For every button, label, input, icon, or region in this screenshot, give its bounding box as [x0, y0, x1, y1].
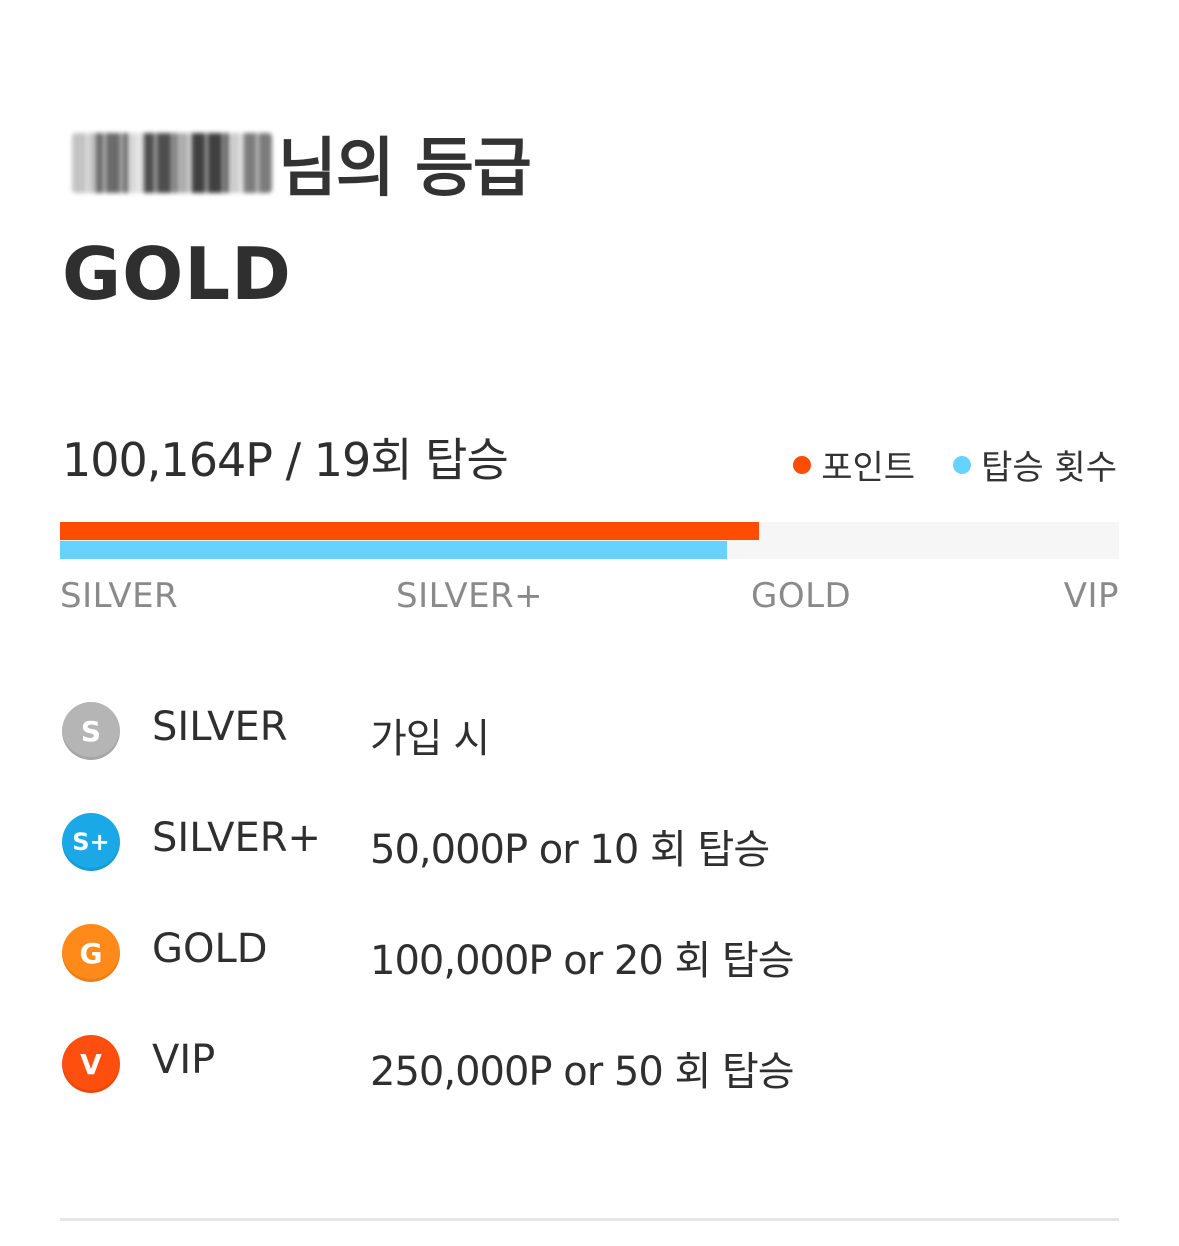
grade-name: GOLD	[152, 926, 268, 972]
progress-track	[60, 522, 1119, 559]
legend-rides: 탑승 횟수	[953, 440, 1117, 489]
title-suffix: 님의 등급	[278, 132, 532, 206]
grade-row-vip: V VIP 250,000P or 50 회 탑승	[62, 1029, 1062, 1140]
points-rides-summary: 100,164P / 19회 탑승	[62, 433, 509, 487]
silver-badge-icon: S	[62, 702, 120, 760]
membership-grade-page: 님의 등급 GOLD 100,164P / 19회 탑승 포인트 탑승 횟수 S…	[0, 0, 1179, 1246]
legend-rides-label: 탑승 횟수	[981, 448, 1117, 488]
rides-dot-icon	[953, 455, 972, 474]
redacted-user-name	[72, 133, 272, 193]
page-title: 님의 등급	[62, 118, 532, 208]
grade-requirement: 250,000P or 50 회 탑승	[370, 1049, 795, 1095]
progress-legend: 포인트 탑승 횟수	[793, 440, 1117, 489]
tick-silver: SILVER	[60, 576, 179, 616]
tick-gold: GOLD	[751, 576, 852, 616]
silver-plus-badge-icon: S+	[62, 813, 120, 871]
grade-name: SILVER+	[152, 815, 322, 861]
points-dot-icon	[793, 455, 812, 474]
grade-requirement: 50,000P or 10 회 탑승	[370, 827, 770, 873]
current-grade: GOLD	[62, 232, 292, 316]
grade-row-gold: G GOLD 100,000P or 20 회 탑승	[62, 918, 1062, 1029]
bottom-divider	[60, 1218, 1119, 1221]
grade-ticks: SILVER SILVER+ GOLD VIP	[60, 576, 1119, 620]
rides-progress-bar	[60, 541, 728, 559]
points-progress-bar	[60, 522, 759, 540]
tick-silver-plus: SILVER+	[396, 576, 544, 616]
grade-row-silver: S SILVER 가입 시	[62, 696, 1062, 807]
grade-name: SILVER	[152, 704, 288, 750]
grade-name: VIP	[152, 1037, 216, 1083]
tick-vip: VIP	[1063, 576, 1119, 616]
legend-points: 포인트	[793, 440, 915, 489]
grade-requirement: 가입 시	[370, 716, 490, 762]
grade-requirement: 100,000P or 20 회 탑승	[370, 938, 795, 984]
grade-list: S SILVER 가입 시 S+ SILVER+ 50,000P or 10 회…	[62, 696, 1062, 1140]
gold-badge-icon: G	[62, 924, 120, 982]
vip-badge-icon: V	[62, 1035, 120, 1093]
legend-points-label: 포인트	[821, 448, 916, 488]
grade-row-silver-plus: S+ SILVER+ 50,000P or 10 회 탑승	[62, 807, 1062, 918]
